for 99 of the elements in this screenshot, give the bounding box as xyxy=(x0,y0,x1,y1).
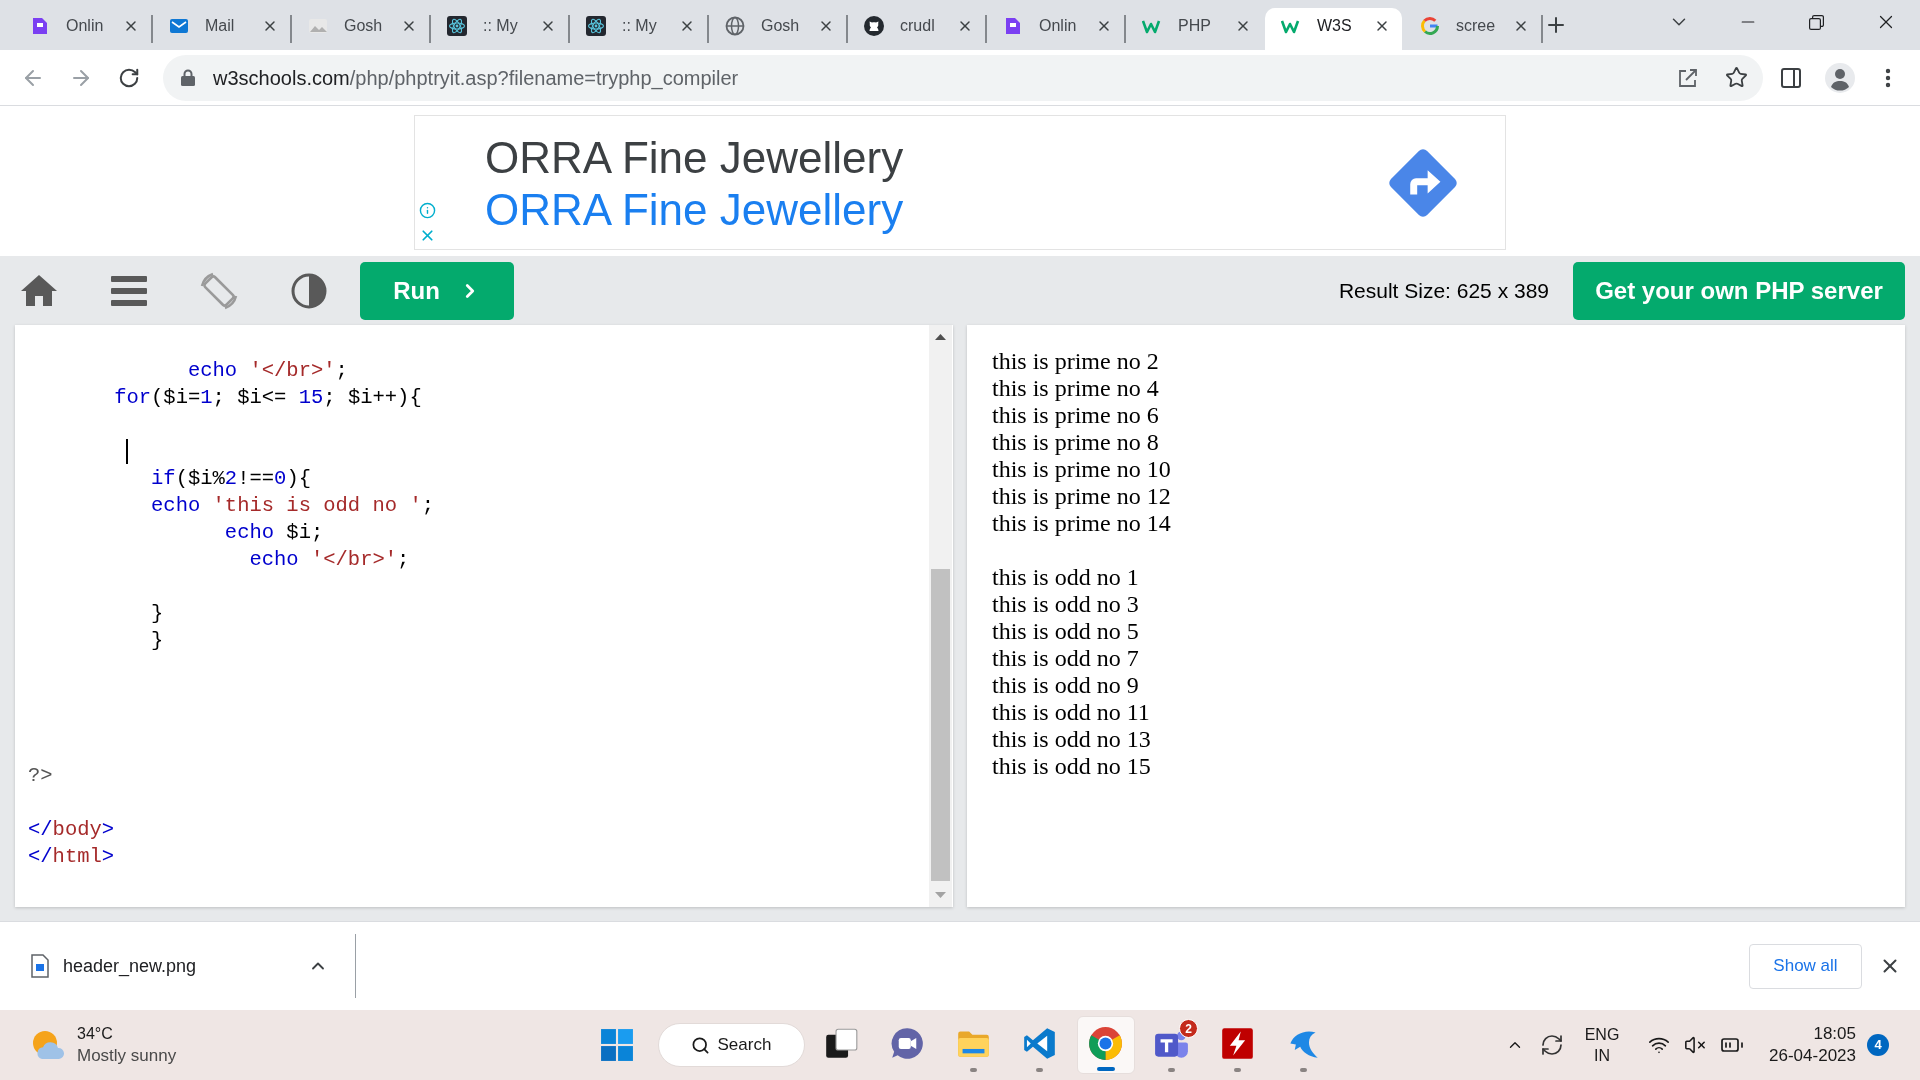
close-icon[interactable] xyxy=(1096,18,1112,34)
code-line: echo 'this is odd no '; xyxy=(151,493,434,519)
notification-count[interactable]: 4 xyxy=(1867,1034,1889,1056)
code-line: </body> xyxy=(28,817,115,843)
region-label[interactable]: IN xyxy=(1594,1045,1611,1066)
language-label[interactable]: ENG xyxy=(1584,1024,1620,1045)
muted-speaker-icon[interactable] xyxy=(1684,1034,1707,1056)
lightning-tile-icon xyxy=(1220,1026,1255,1061)
unread-count: 2 xyxy=(1179,1019,1198,1038)
close-icon[interactable] xyxy=(1374,18,1390,34)
output-line: this is odd no 5 xyxy=(992,618,1139,645)
taskbar-button[interactable]: 2 xyxy=(1142,1016,1201,1074)
address-bar[interactable]: w3schools.com/php/phptryit.asp?filename=tryphp_compiler xyxy=(163,54,1763,101)
cat-icon xyxy=(864,16,884,36)
video-chat-icon xyxy=(890,1026,925,1061)
browser-tab[interactable]: :: My xyxy=(431,8,568,50)
ad-link[interactable]: ORRA Fine Jewellery xyxy=(485,184,904,236)
result-size-label: Result Size: 625 x 389 xyxy=(1338,277,1549,304)
code-line: for($i=1; $i<= 15; $i++){ xyxy=(114,385,422,411)
browser-tab[interactable]: crudl xyxy=(848,8,985,50)
close-icon[interactable] xyxy=(540,18,556,34)
file-icon xyxy=(30,954,50,978)
side-panel-icon[interactable] xyxy=(1779,65,1803,90)
output-line: this is odd no 15 xyxy=(992,753,1151,780)
close-icon[interactable] xyxy=(401,18,417,34)
close-icon[interactable] xyxy=(957,18,973,34)
browser-tab[interactable]: Gosh xyxy=(709,8,846,50)
menu-icon[interactable] xyxy=(111,275,147,306)
task-view-icon xyxy=(824,1026,859,1061)
ring-logo-icon xyxy=(1420,16,1440,36)
code-line: } xyxy=(151,628,164,654)
restore-icon[interactable] xyxy=(1809,14,1824,30)
search-icon xyxy=(690,1035,710,1055)
output-line: this is prime no 8 xyxy=(992,429,1159,456)
lock-icon xyxy=(181,69,195,86)
info-icon[interactable] xyxy=(419,202,436,219)
four-squares-icon xyxy=(599,1028,634,1062)
close-icon[interactable] xyxy=(1235,18,1251,34)
output-line: this is prime no 12 xyxy=(992,483,1171,510)
close-icon[interactable] xyxy=(679,18,695,34)
ribbon-logo-icon xyxy=(1022,1026,1057,1061)
clock-time[interactable]: 18:05 xyxy=(1813,1023,1856,1045)
weather-label: Mostly sunny xyxy=(77,1045,177,1067)
close-icon[interactable] xyxy=(262,18,278,34)
output-line: this is odd no 13 xyxy=(992,726,1151,753)
browser-tab[interactable]: PHP xyxy=(1126,8,1263,50)
browser-tab[interactable]: Mail xyxy=(153,8,290,50)
output-line: this is prime no 6 xyxy=(992,402,1159,429)
code-line: echo '</br>'; xyxy=(249,547,410,573)
output-line: this is odd no 7 xyxy=(992,645,1139,672)
code-line: if($i%2!==0){ xyxy=(151,466,311,492)
image-icon xyxy=(308,16,328,36)
text-cursor xyxy=(126,439,128,464)
temperature-label: 34°C xyxy=(77,1024,113,1044)
code-line: echo '</br>'; xyxy=(187,358,348,384)
close-icon[interactable] xyxy=(123,18,139,34)
star-icon[interactable] xyxy=(1725,66,1748,89)
browser-tab[interactable]: Onlin xyxy=(987,8,1124,50)
atom-icon xyxy=(447,16,467,36)
browser-tab[interactable]: Gosh xyxy=(292,8,429,50)
output-line: this is prime no 2 xyxy=(992,348,1159,375)
code-line: ?> xyxy=(28,763,53,789)
code-line: echo $i; xyxy=(224,520,324,546)
atom-icon xyxy=(586,16,606,36)
show-all-button[interactable]: Show all xyxy=(1749,943,1862,989)
output-line: this is odd no 3 xyxy=(992,591,1139,618)
browser-tab[interactable]: Onlin xyxy=(14,8,151,50)
up-arrow-icon[interactable] xyxy=(935,334,946,340)
browser-tab[interactable]: :: My xyxy=(570,8,707,50)
code-line: } xyxy=(151,601,164,627)
clock-date[interactable]: 26-04-2023 xyxy=(1769,1045,1856,1067)
home-icon[interactable] xyxy=(20,274,58,307)
output-line: this is odd no 11 xyxy=(992,699,1150,726)
close-icon[interactable] xyxy=(818,18,834,34)
browser-tab[interactable]: scree xyxy=(1404,8,1541,50)
download-item[interactable]: header_new.png xyxy=(0,922,355,1010)
profile-icon[interactable] xyxy=(1825,62,1855,93)
globe-icon xyxy=(725,16,745,36)
logo-icon xyxy=(30,16,50,36)
code-line: </html> xyxy=(28,844,115,870)
share-icon[interactable] xyxy=(1677,66,1699,89)
close-icon[interactable] xyxy=(1513,18,1529,34)
ad-headline: ORRA Fine Jewellery xyxy=(485,132,904,184)
logo-icon xyxy=(1003,16,1023,36)
mail-icon xyxy=(169,16,189,36)
output-line: this is odd no 1 xyxy=(992,564,1139,591)
reload-icon[interactable] xyxy=(118,66,140,89)
output-line: this is odd no 9 xyxy=(992,672,1139,699)
sync-icon[interactable] xyxy=(1540,1033,1565,1057)
scrollbar[interactable] xyxy=(929,325,952,907)
scrollbar-thumb[interactable] xyxy=(931,569,950,881)
browser-tab[interactable]: W3S xyxy=(1265,8,1402,50)
code-editor[interactable]: echo '</br>'; for($i=1; $i<= 15; $i++){ if($i%2!==0){ echo 'this is odd no '; echo $i; echo '</br>'; } } ?> </body> </html> xyxy=(15,325,953,907)
output-line: this is prime no 4 xyxy=(992,375,1159,402)
search-field[interactable]: Search xyxy=(657,1023,805,1067)
browser-icon xyxy=(1088,1026,1123,1061)
output-line: this is prime no 14 xyxy=(992,510,1171,537)
output-line: this is prime no 10 xyxy=(992,456,1171,483)
contrast-icon[interactable] xyxy=(291,272,327,309)
